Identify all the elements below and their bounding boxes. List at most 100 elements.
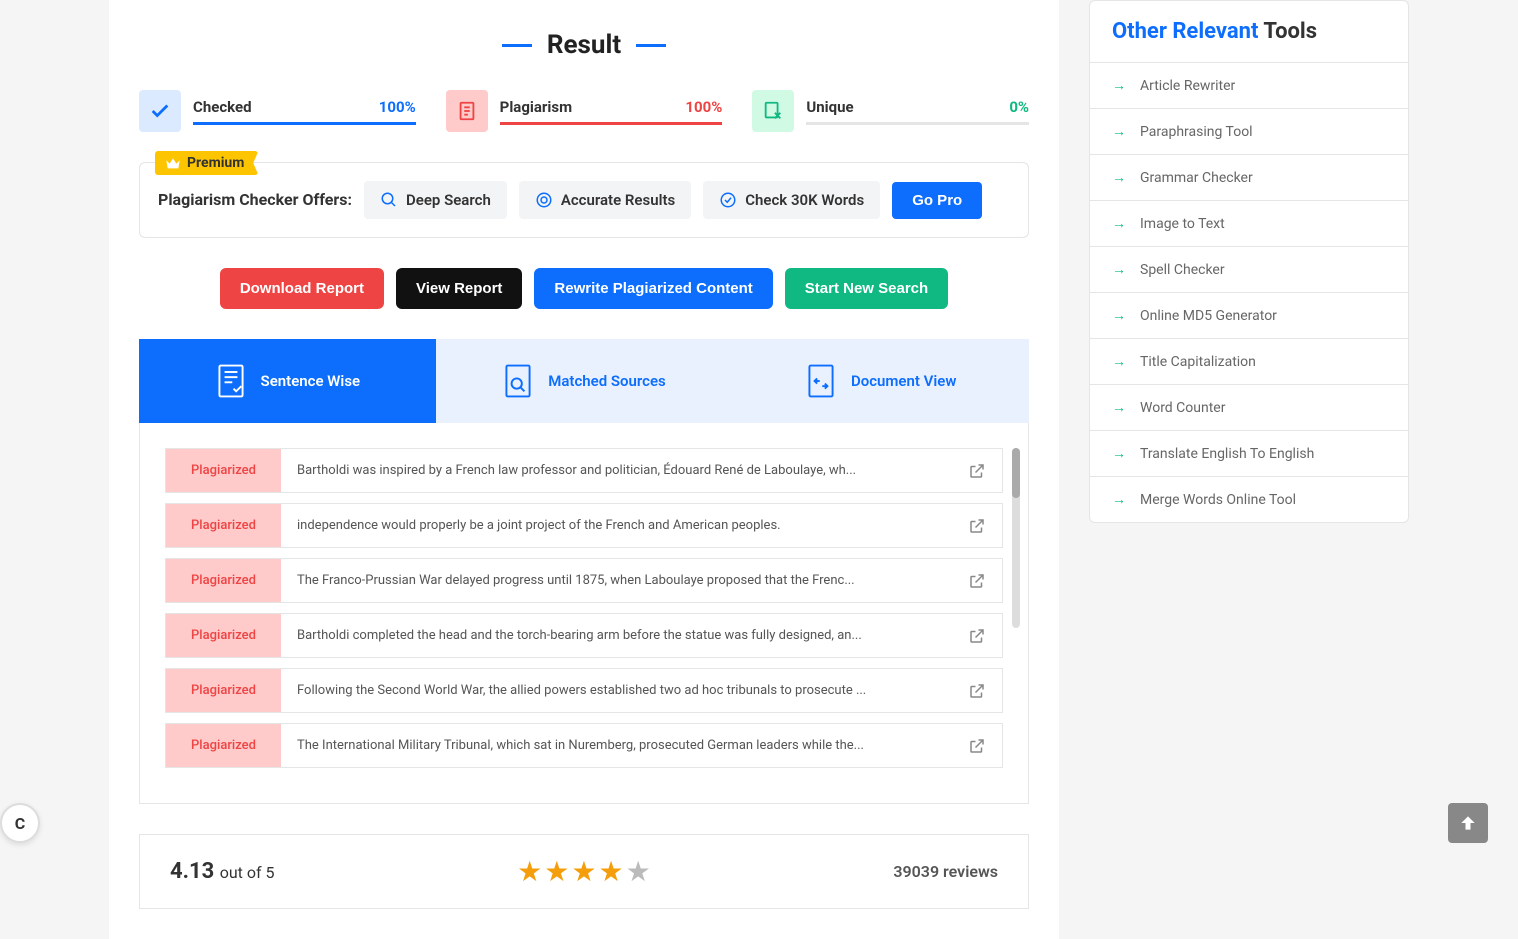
tabs: Sentence Wise Matched Sources Document V… — [139, 339, 1029, 423]
stat-label: Plagiarism — [500, 98, 572, 116]
target-icon — [535, 191, 553, 209]
tool-item[interactable]: → Title Capitalization — [1090, 339, 1408, 385]
result-header: Result — [139, 30, 1029, 60]
external-link-icon — [968, 737, 986, 755]
tool-item[interactable]: → Image to Text — [1090, 201, 1408, 247]
external-link-button[interactable] — [952, 449, 1002, 492]
sentence-row[interactable]: Plagiarized Bartholdi completed the head… — [165, 613, 1003, 658]
reviews-count: 39039 reviews — [893, 862, 998, 881]
arrow-right-icon: → — [1112, 215, 1126, 232]
stat-label: Checked — [193, 98, 252, 116]
arrow-right-icon: → — [1112, 169, 1126, 186]
sentence-text: independence would properly be a joint p… — [281, 504, 952, 547]
check-icon — [139, 90, 181, 132]
star-icon: ★ — [517, 855, 542, 888]
arrow-right-icon: → — [1112, 399, 1126, 416]
sentence-row[interactable]: Plagiarized Bartholdi was inspired by a … — [165, 448, 1003, 493]
external-link-button[interactable] — [952, 669, 1002, 712]
tool-label: Image to Text — [1140, 216, 1225, 232]
sentence-list: Plagiarized Bartholdi was inspired by a … — [139, 423, 1029, 804]
rewrite-button[interactable]: Rewrite Plagiarized Content — [534, 268, 772, 309]
tools-panel: Other Relevant Tools →Article Rewriter→P… — [1089, 0, 1409, 523]
sentence-status: Plagiarized — [166, 449, 281, 492]
external-link-button[interactable] — [952, 614, 1002, 657]
go-pro-button[interactable]: Go Pro — [892, 182, 982, 219]
tool-label: Online MD5 Generator — [1140, 308, 1277, 324]
star-icon: ★ — [544, 855, 569, 888]
action-row: Download Report View Report Rewrite Plag… — [139, 268, 1029, 309]
page-title: Result — [547, 30, 621, 60]
offer-deep-search: Deep Search — [364, 181, 507, 219]
premium-badge: Premium — [155, 151, 258, 175]
sentence-text: The Franco-Prussian War delayed progress… — [281, 559, 952, 602]
sentence-text: Bartholdi was inspired by a French law p… — [281, 449, 952, 492]
tab-matched-sources[interactable]: Matched Sources — [436, 339, 733, 423]
document-search-icon — [502, 363, 534, 399]
decorative-line — [502, 44, 532, 47]
cookie-button[interactable]: C — [0, 803, 40, 843]
star-icon: ★ — [571, 855, 596, 888]
stat-unique: Unique 0% — [752, 90, 1029, 132]
tool-item[interactable]: →Article Rewriter — [1090, 63, 1408, 109]
stat-value: 100% — [379, 98, 416, 116]
sentence-row[interactable]: Plagiarized Following the Second World W… — [165, 668, 1003, 713]
arrow-right-icon: → — [1112, 353, 1126, 370]
stat-plagiarism: Plagiarism 100% — [446, 90, 723, 132]
offer-accurate: Accurate Results — [519, 181, 691, 219]
download-report-button[interactable]: Download Report — [220, 268, 384, 309]
external-link-icon — [968, 517, 986, 535]
sentence-text: The International Military Tribunal, whi… — [281, 724, 952, 767]
offers-title: Plagiarism Checker Offers: — [158, 190, 352, 211]
external-link-button[interactable] — [952, 559, 1002, 602]
decorative-line — [636, 44, 666, 47]
new-search-button[interactable]: Start New Search — [785, 268, 948, 309]
star-icon: ★ — [599, 855, 624, 888]
sentence-status: Plagiarized — [166, 614, 281, 657]
tool-item[interactable]: →Translate English To English — [1090, 431, 1408, 477]
sentence-status: Plagiarized — [166, 559, 281, 602]
rating-box: 4.13 out of 5 ★ ★ ★ ★ ★ 39039 reviews — [139, 834, 1029, 909]
arrow-right-icon: → — [1112, 261, 1126, 278]
tab-sentence-wise[interactable]: Sentence Wise — [139, 339, 436, 423]
external-link-icon — [968, 682, 986, 700]
tab-document-view[interactable]: Document View — [732, 339, 1029, 423]
tool-label: Grammar Checker — [1140, 170, 1253, 186]
tool-label: Merge Words Online Tool — [1140, 492, 1296, 508]
star-rating: ★ ★ ★ ★ ★ — [517, 855, 651, 888]
check-circle-icon — [719, 191, 737, 209]
external-link-icon — [968, 462, 986, 480]
offers-box: Premium Plagiarism Checker Offers: Deep … — [139, 162, 1029, 238]
star-icon: ★ — [626, 855, 651, 888]
sentence-text: Following the Second World War, the alli… — [281, 669, 952, 712]
tool-item[interactable]: →Merge Words Online Tool — [1090, 477, 1408, 522]
document-arrows-icon — [805, 363, 837, 399]
tool-label: Word Counter — [1140, 400, 1225, 416]
tool-item[interactable]: → Grammar Checker — [1090, 155, 1408, 201]
sentence-row[interactable]: Plagiarized The Franco-Prussian War dela… — [165, 558, 1003, 603]
external-link-icon — [968, 627, 986, 645]
tool-label: Paraphrasing Tool — [1140, 124, 1253, 140]
offer-30k-words: Check 30K Words — [703, 181, 880, 219]
external-link-button[interactable] — [952, 504, 1002, 547]
external-link-button[interactable] — [952, 724, 1002, 767]
tool-item[interactable]: → Word Counter — [1090, 385, 1408, 431]
tool-item[interactable]: →Paraphrasing Tool — [1090, 109, 1408, 155]
tool-item[interactable]: → Online MD5 Generator — [1090, 293, 1408, 339]
stat-value: 100% — [685, 98, 722, 116]
view-report-button[interactable]: View Report — [396, 268, 522, 309]
tool-item[interactable]: →Spell Checker — [1090, 247, 1408, 293]
document-check-icon — [215, 363, 247, 399]
arrow-up-icon — [1458, 813, 1478, 833]
sidebar: Other Relevant Tools →Article Rewriter→P… — [1089, 0, 1409, 939]
sentence-row[interactable]: Plagiarized The International Military T… — [165, 723, 1003, 768]
sentence-text: Bartholdi completed the head and the tor… — [281, 614, 952, 657]
arrow-right-icon: → — [1112, 307, 1126, 324]
stat-checked: Checked 100% — [139, 90, 416, 132]
sentence-status: Plagiarized — [166, 724, 281, 767]
tool-label: Title Capitalization — [1140, 354, 1256, 370]
scrollbar[interactable] — [1012, 448, 1020, 628]
scroll-top-button[interactable] — [1448, 803, 1488, 843]
tools-header: Other Relevant Tools — [1090, 1, 1408, 63]
sentence-row[interactable]: Plagiarized independence would properly … — [165, 503, 1003, 548]
sentence-status: Plagiarized — [166, 504, 281, 547]
